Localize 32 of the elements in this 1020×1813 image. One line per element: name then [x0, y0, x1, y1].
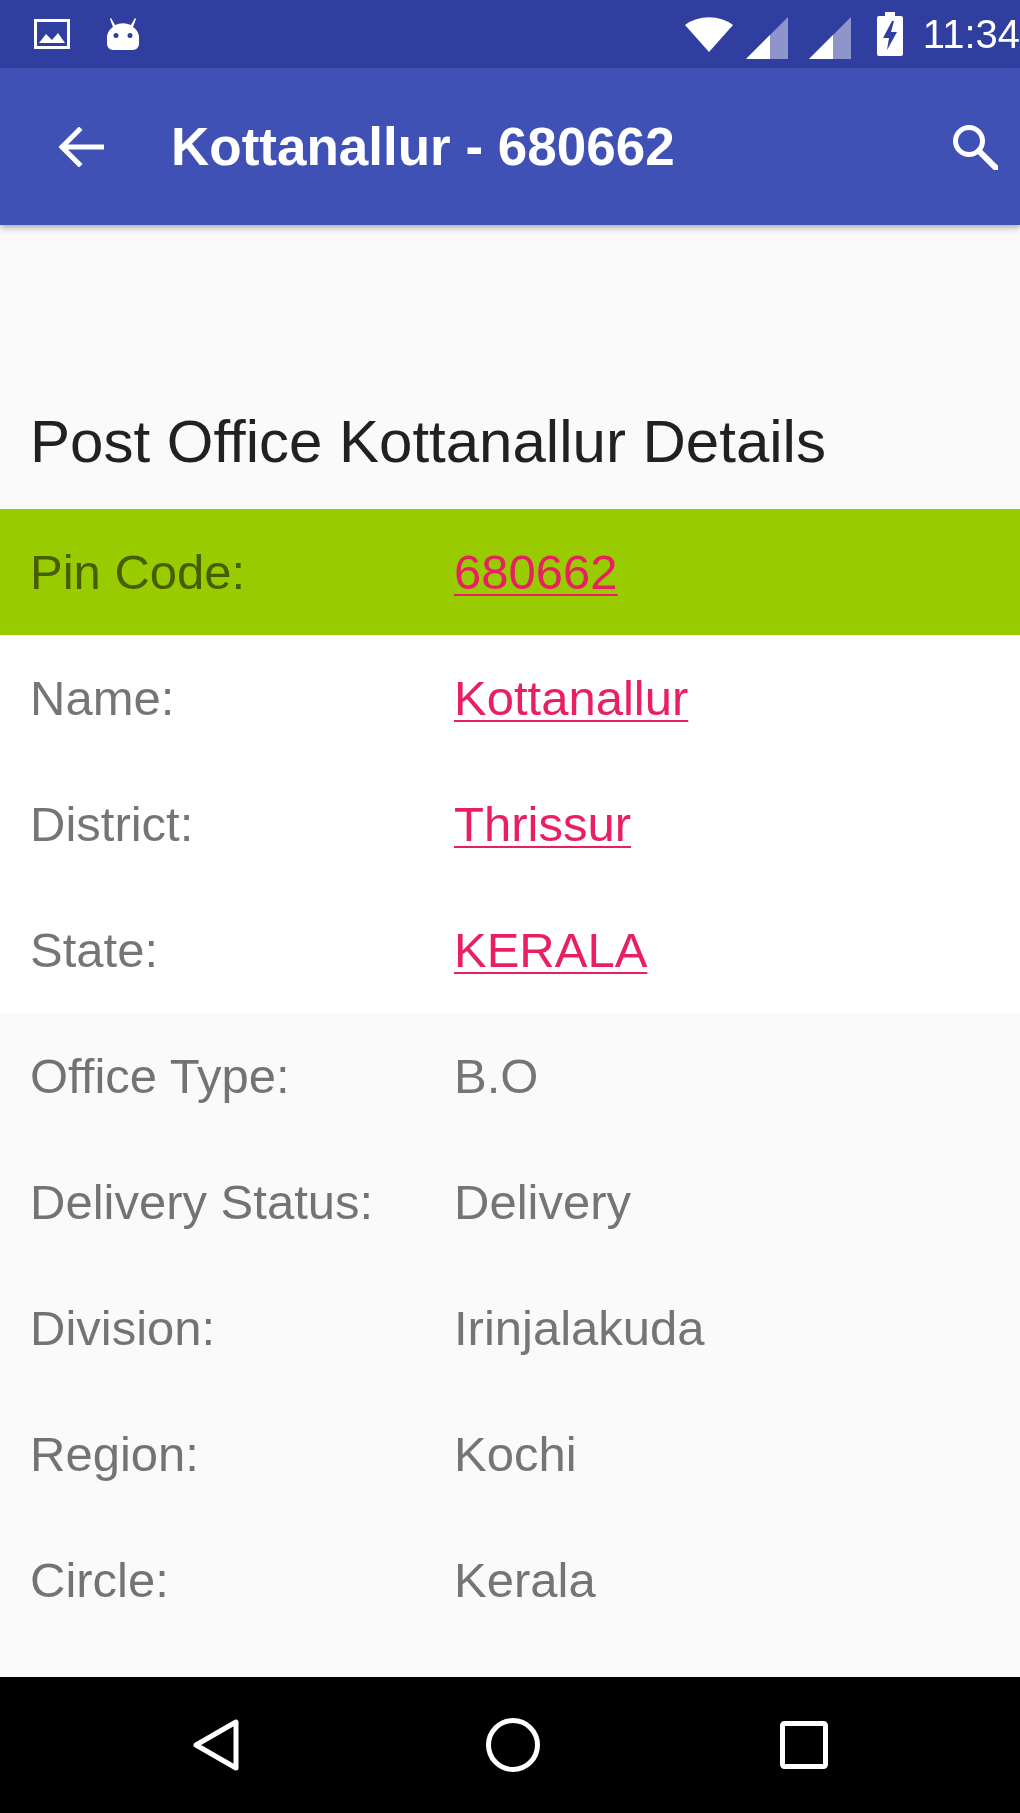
detail-value: Kerala [454, 1551, 596, 1609]
detail-label: Circle: [30, 1552, 169, 1607]
app-bar-title: Kottanallur - 680662 [171, 115, 675, 178]
signal-icon [745, 17, 788, 59]
wifi-icon [684, 16, 733, 52]
nav-recents-icon[interactable] [780, 1721, 828, 1769]
back-arrow-icon[interactable] [58, 126, 104, 167]
detail-label: Region: [30, 1426, 199, 1481]
section-heading: Post Office Kottanallur Details [30, 407, 826, 477]
value-link[interactable]: KERALA [454, 920, 648, 980]
robot-head-icon [105, 18, 141, 50]
detail-label: Delivery Status: [30, 1174, 374, 1229]
nav-back-icon[interactable] [192, 1718, 240, 1772]
detail-label: District: [30, 796, 194, 851]
detail-label: Pin Code: [30, 544, 246, 599]
search-icon[interactable] [952, 123, 998, 170]
nav-home-icon[interactable] [486, 1718, 540, 1772]
detail-value: Kochi [454, 1425, 577, 1483]
detail-label: Office Type: [30, 1048, 290, 1103]
status-time: 11:34 [922, 14, 1020, 54]
detail-value: Delivery [454, 1173, 631, 1231]
image-icon [34, 19, 70, 49]
value-link[interactable]: Kottanallur [454, 668, 689, 728]
value-link[interactable]: Thrissur [454, 794, 631, 854]
detail-label: State: [30, 922, 159, 977]
signal-icon [808, 17, 851, 59]
detail-label: Division: [30, 1300, 216, 1355]
detail-value: B.O [454, 1047, 539, 1105]
battery-charging-icon [876, 12, 903, 56]
detail-value: Irinjalakuda [454, 1299, 705, 1357]
detail-label: Name: [30, 670, 175, 725]
value-link[interactable]: 680662 [454, 542, 618, 602]
